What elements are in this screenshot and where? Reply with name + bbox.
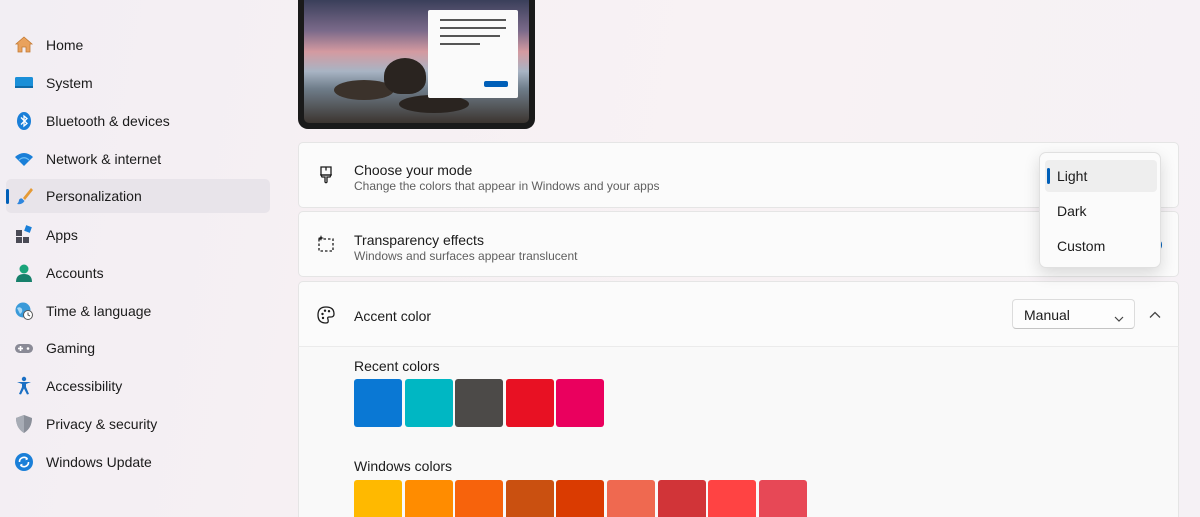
theme-preview [298,0,535,129]
sidebar-item-personalization[interactable]: Personalization [6,179,270,213]
transparency-card-title: Transparency effects [354,232,484,248]
sidebar: Home System Bluetooth & devices Network … [0,0,280,517]
color-swatch[interactable] [505,480,554,517]
mode-card-title: Choose your mode [354,162,473,178]
sidebar-item-label: Personalization [46,188,142,204]
mode-dropdown-list: Light Dark Custom [1039,152,1161,268]
accent-mode-value: Manual [1024,307,1070,323]
sidebar-item-gaming[interactable]: Gaming [6,331,270,365]
sidebar-item-label: Home [46,37,84,53]
color-swatch[interactable] [708,480,757,517]
accent-mode-select[interactable]: Manual [1012,299,1135,329]
transparency-icon [315,233,337,255]
selection-indicator [1047,168,1050,184]
preview-window [428,10,518,98]
color-swatch[interactable] [556,480,605,517]
bluetooth-icon [14,111,34,131]
color-swatch[interactable] [354,379,402,427]
preview-wallpaper [304,0,529,123]
apps-icon [14,225,34,245]
sidebar-item-windows-update[interactable]: Windows Update [6,445,270,479]
windows-colors-label: Windows colors [354,458,453,474]
sidebar-item-network[interactable]: Network & internet [6,142,270,176]
sidebar-item-bluetooth[interactable]: Bluetooth & devices [6,104,270,138]
globe-clock-icon [14,301,34,321]
sidebar-item-label: Windows Update [46,454,152,470]
sidebar-item-time-language[interactable]: Time & language [6,294,270,328]
sidebar-item-accessibility[interactable]: Accessibility [6,369,270,403]
sidebar-item-label: Network & internet [46,151,162,167]
recent-colors-label: Recent colors [354,358,440,374]
sidebar-item-home[interactable]: Home [6,28,270,62]
collapse-button[interactable] [1145,305,1165,325]
color-swatch[interactable] [455,379,504,427]
person-icon [14,263,34,283]
sidebar-item-label: Apps [46,227,78,243]
sidebar-item-label: Privacy & security [46,416,158,432]
mode-option-custom[interactable]: Custom [1045,230,1157,262]
color-swatch[interactable] [505,379,554,427]
color-swatch[interactable] [455,480,504,517]
shield-icon [14,414,34,434]
wifi-icon [14,149,34,169]
color-swatch[interactable] [758,480,807,517]
paintbrush-icon [315,164,337,186]
sidebar-item-label: Gaming [46,340,96,356]
sidebar-item-label: Time & language [46,303,152,319]
mode-option-label: Light [1057,168,1088,184]
sidebar-item-accounts[interactable]: Accounts [6,256,270,290]
mode-card-subtitle: Change the colors that appear in Windows… [354,179,660,193]
color-swatch[interactable] [404,480,453,517]
sidebar-item-label: Bluetooth & devices [46,113,170,129]
mode-option-label: Custom [1057,238,1106,254]
sidebar-item-label: Accessibility [46,378,123,394]
brush-icon [14,186,34,206]
palette-icon [315,304,337,326]
update-icon [14,452,34,472]
selection-indicator [6,189,9,204]
home-icon [14,35,34,55]
color-swatch[interactable] [556,379,605,427]
sidebar-item-system[interactable]: System [6,66,270,100]
chevron-down-icon [1114,310,1124,326]
system-icon [14,73,34,93]
color-swatch[interactable] [607,480,655,517]
accent-card-title: Accent color [354,308,432,324]
transparency-card-subtitle: Windows and surfaces appear translucent [354,249,578,263]
chevron-up-icon [1149,306,1161,324]
color-swatch[interactable] [354,480,402,517]
sidebar-item-privacy-security[interactable]: Privacy & security [6,407,270,441]
mode-option-dark[interactable]: Dark [1045,195,1157,227]
sidebar-item-label: Accounts [46,265,104,281]
mode-option-light[interactable]: Light [1045,160,1157,192]
sidebar-item-apps[interactable]: Apps [6,218,270,252]
gamepad-icon [14,338,34,358]
color-swatch[interactable] [657,480,706,517]
mode-option-label: Dark [1057,203,1087,219]
sidebar-item-label: System [46,75,93,91]
accessibility-icon [14,376,34,396]
color-swatch[interactable] [404,379,453,427]
